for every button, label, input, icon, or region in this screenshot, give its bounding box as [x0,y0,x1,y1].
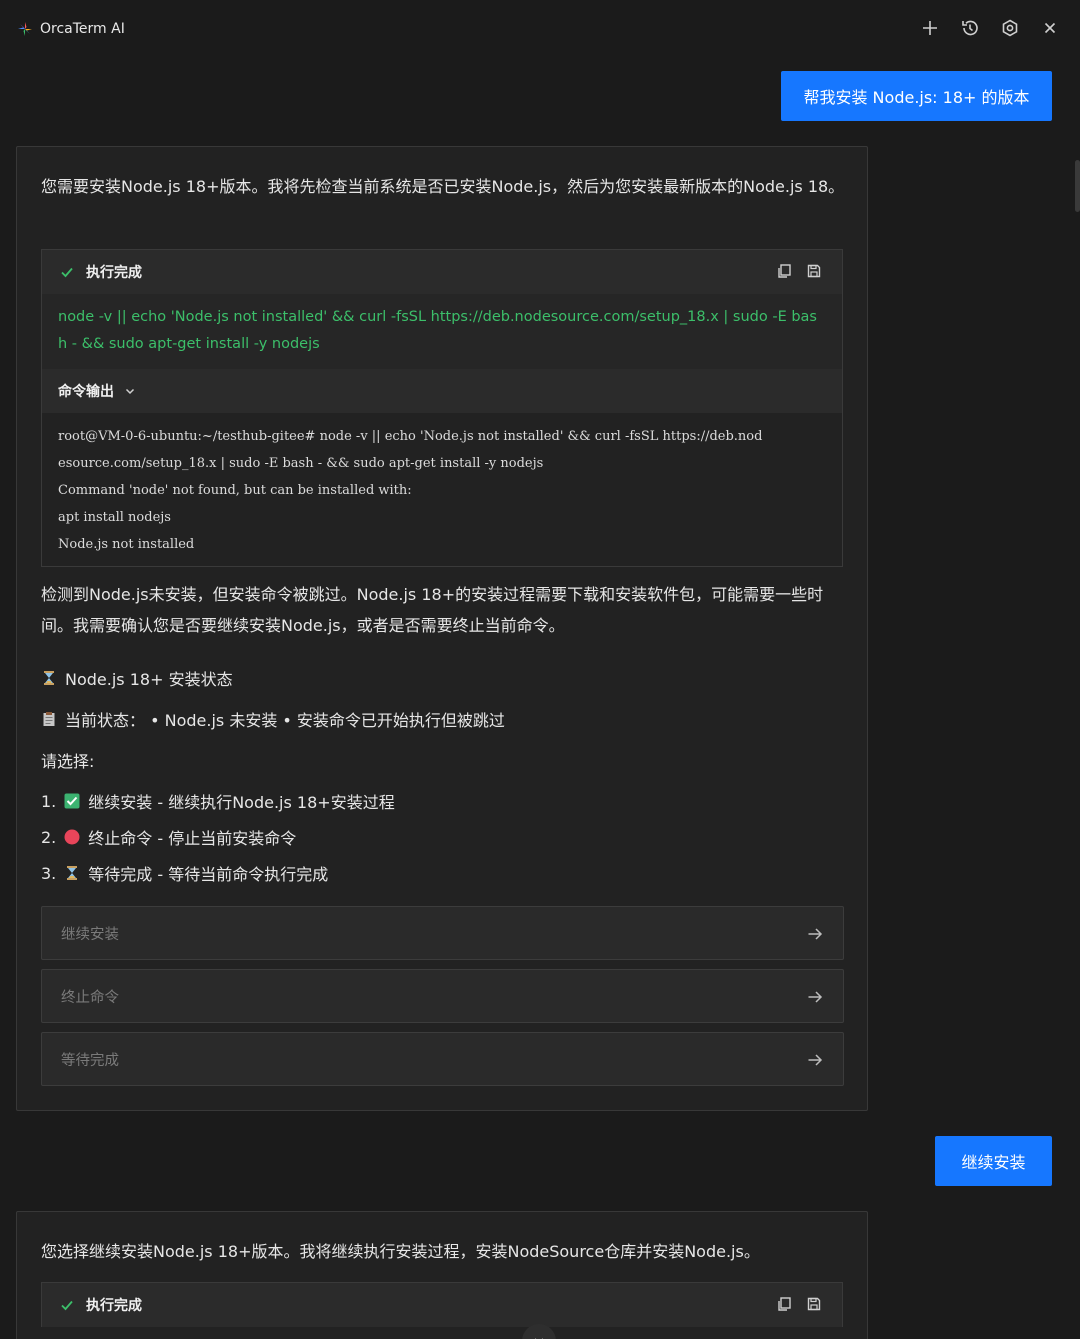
output-line: Command 'node' not found, but can be ins… [58,483,412,498]
current-status: 当前状态： • Node.js 未安装 • 安装命令已开始执行但被跳过 [65,711,505,730]
status-title-line: Node.js 18+ 安装状态 [41,666,233,690]
save-icon[interactable] [806,263,822,279]
option-label: 继续安装 [61,927,119,943]
ai-response-card: 您选择继续安装Node.js 18+版本。我将继续执行安装过程，安装NodeSo… [16,1211,868,1339]
command-output-toggle[interactable]: 命令输出 [42,369,842,413]
chevron-down-icon [535,1338,543,1339]
current-status-line: 当前状态： • Node.js 未安装 • 安装命令已开始执行但被跳过 [41,707,505,731]
app-title: OrcaTerm AI [40,21,125,37]
choice-number: 1. [41,791,57,811]
scrollbar-thumb[interactable] [1075,160,1080,212]
arrow-right-icon [808,991,823,1003]
command-output: root@VM-0-6-ubuntu:~/testhub-gitee# node… [42,413,842,566]
choice-item: 1. 继续安装 - 继续执行Node.js 18+安装过程 [41,789,395,813]
ai-intro-text: 您选择继续安装Node.js 18+版本。我将继续执行安装过程，安装NodeSo… [41,1242,760,1261]
save-icon[interactable] [806,1296,822,1312]
ai-response-card: 您需要安装Node.js 18+版本。我将先检查当前系统是否已安装Node.js… [16,146,868,1111]
command-execution-block: 执行完成 node -v || echo 'Node.js not instal… [41,249,843,567]
top-actions [920,18,1060,38]
command-execution-block: 执行完成 [41,1282,843,1327]
choose-prompt: 请选择: [41,752,95,771]
chevron-down-icon [125,388,135,395]
option-label: 终止命令 [61,990,119,1006]
execution-header: 执行完成 [42,250,842,294]
choice-number: 3. [41,863,57,883]
execution-status: 执行完成 [86,265,142,281]
ai-intro-text: 您需要安装Node.js 18+版本。我将先检查当前系统是否已安装Node.js… [41,177,845,196]
orcaterm-logo-icon [18,22,32,36]
output-line: root@VM-0-6-ubuntu:~/testhub-gitee# node… [58,429,763,444]
option-continue-install[interactable]: 继续安装 [41,906,844,960]
copy-icon[interactable] [776,263,792,279]
check-box-icon [64,793,80,809]
execution-header: 执行完成 [42,1283,842,1327]
choice-item: 2. 终止命令 - 停止当前安装命令 [41,825,296,849]
choice-text: 等待完成 - 等待当前命令执行完成 [88,865,329,884]
arrow-right-icon [808,1054,823,1066]
output-line: apt install nodejs [58,510,171,525]
execution-status: 执行完成 [86,1298,142,1314]
check-icon [61,1300,73,1311]
hourglass-icon [67,866,78,880]
choice-number: 2. [41,827,57,847]
brand: OrcaTerm AI [16,20,125,38]
history-icon[interactable] [960,18,980,38]
command-text: node -v || echo 'Node.js not installed' … [42,294,842,369]
clipboard-icon [43,712,55,726]
status-title: Node.js 18+ 安装状态 [65,670,233,689]
copy-icon[interactable] [776,1296,792,1312]
red-circle-icon [64,829,80,845]
output-line: esource.com/setup_18.x | sudo -E bash - … [58,456,544,471]
arrow-right-icon [808,928,823,940]
title-bar: OrcaTerm AI [0,0,1080,60]
choice-text: 终止命令 - 停止当前安装命令 [88,829,297,848]
choice-item: 3. 等待完成 - 等待当前命令执行完成 [41,861,328,885]
hourglass-icon [44,671,54,685]
plus-icon[interactable] [920,18,940,38]
option-label: 等待完成 [61,1053,119,1069]
close-icon[interactable] [1040,18,1060,38]
user-message-bubble: 继续安装 [935,1136,1052,1186]
check-icon [61,267,73,278]
output-line: Node.js not installed [58,537,195,552]
detection-text: 检测到Node.js未安装，但安装命令被跳过。Node.js 18+的安装过程需… [41,585,824,635]
settings-icon[interactable] [1000,18,1020,38]
choice-text: 继续安装 - 继续执行Node.js 18+安装过程 [88,793,395,812]
user-message-bubble: 帮我安装 Node.js: 18+ 的版本 [781,71,1052,121]
option-wait-complete[interactable]: 等待完成 [41,1032,844,1086]
option-stop-command[interactable]: 终止命令 [41,969,844,1023]
output-label: 命令输出 [58,384,114,400]
